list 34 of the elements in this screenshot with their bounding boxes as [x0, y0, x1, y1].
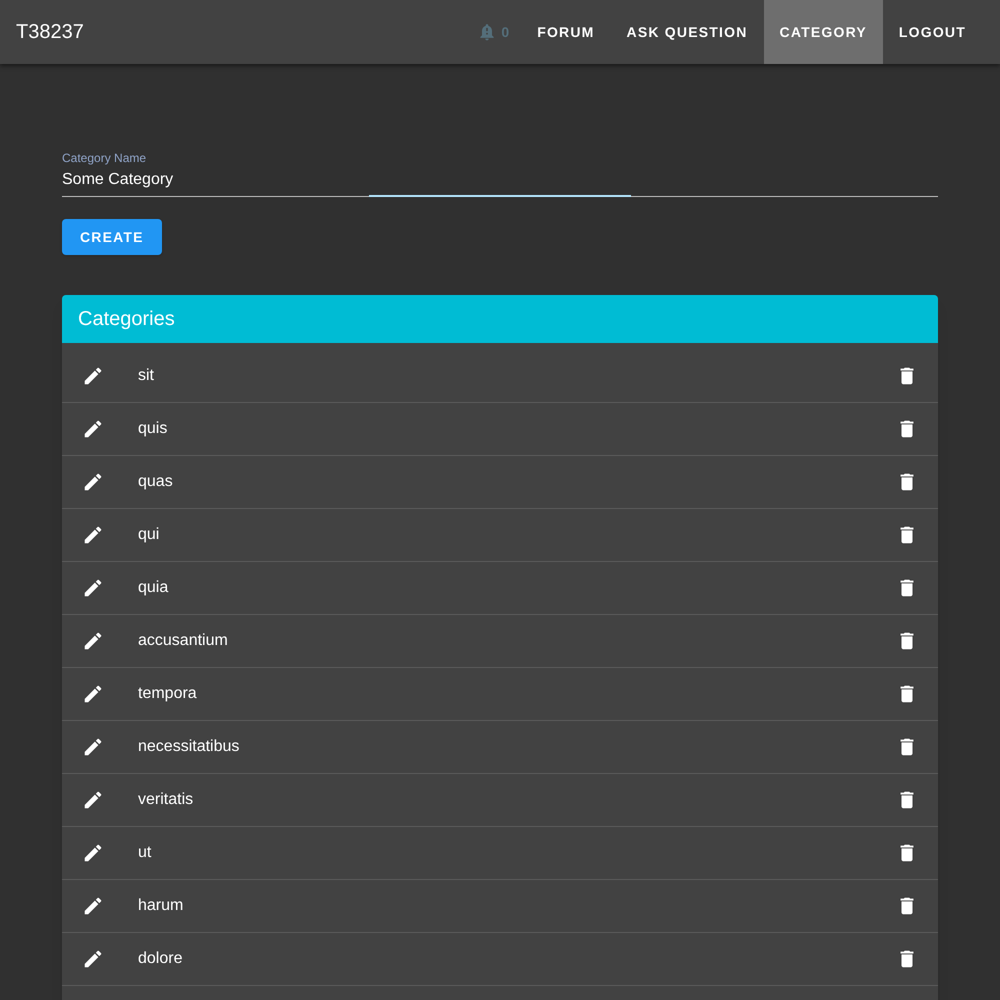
app-title: T38237	[16, 20, 84, 45]
category-name: dolore	[138, 949, 184, 969]
edit-icon[interactable]	[82, 895, 104, 917]
edit-icon[interactable]	[82, 418, 104, 440]
category-name: quis	[138, 419, 168, 439]
nav-tab[interactable]: LOGOUT	[882, 0, 982, 64]
nav-tab[interactable]: CATEGORY	[764, 0, 883, 64]
category-name: quia	[138, 578, 170, 598]
category-name: qui	[138, 525, 160, 545]
category-name: tempora	[138, 684, 198, 704]
edit-icon[interactable]	[82, 471, 104, 493]
edit-icon[interactable]	[82, 842, 104, 864]
nav-tab[interactable]: FORUM	[521, 0, 611, 64]
category-name: ut	[138, 843, 152, 863]
category-name: necessitatibus	[138, 737, 240, 757]
edit-icon[interactable]	[82, 524, 104, 546]
edit-icon[interactable]	[82, 736, 104, 758]
category-name: veritatis	[138, 790, 194, 810]
nav-tab[interactable]: ASK QUESTION	[610, 0, 764, 64]
edit-icon[interactable]	[82, 365, 104, 387]
field-label: Category Name	[62, 150, 148, 166]
input-field[interactable]: Category Name Some Category	[62, 150, 938, 197]
category-name: quas	[138, 472, 174, 492]
category-name: accusantium	[138, 631, 229, 651]
field-value: Some Category	[62, 170, 174, 190]
notification-count: 0	[501, 23, 510, 42]
edit-icon[interactable]	[82, 789, 104, 811]
card-title: Categories	[78, 307, 175, 332]
edit-icon[interactable]	[82, 630, 104, 652]
category-name: sit	[138, 366, 155, 386]
edit-icon[interactable]	[82, 683, 104, 705]
edit-icon[interactable]	[82, 948, 104, 970]
category-name: harum	[138, 896, 184, 916]
edit-icon[interactable]	[82, 577, 104, 599]
